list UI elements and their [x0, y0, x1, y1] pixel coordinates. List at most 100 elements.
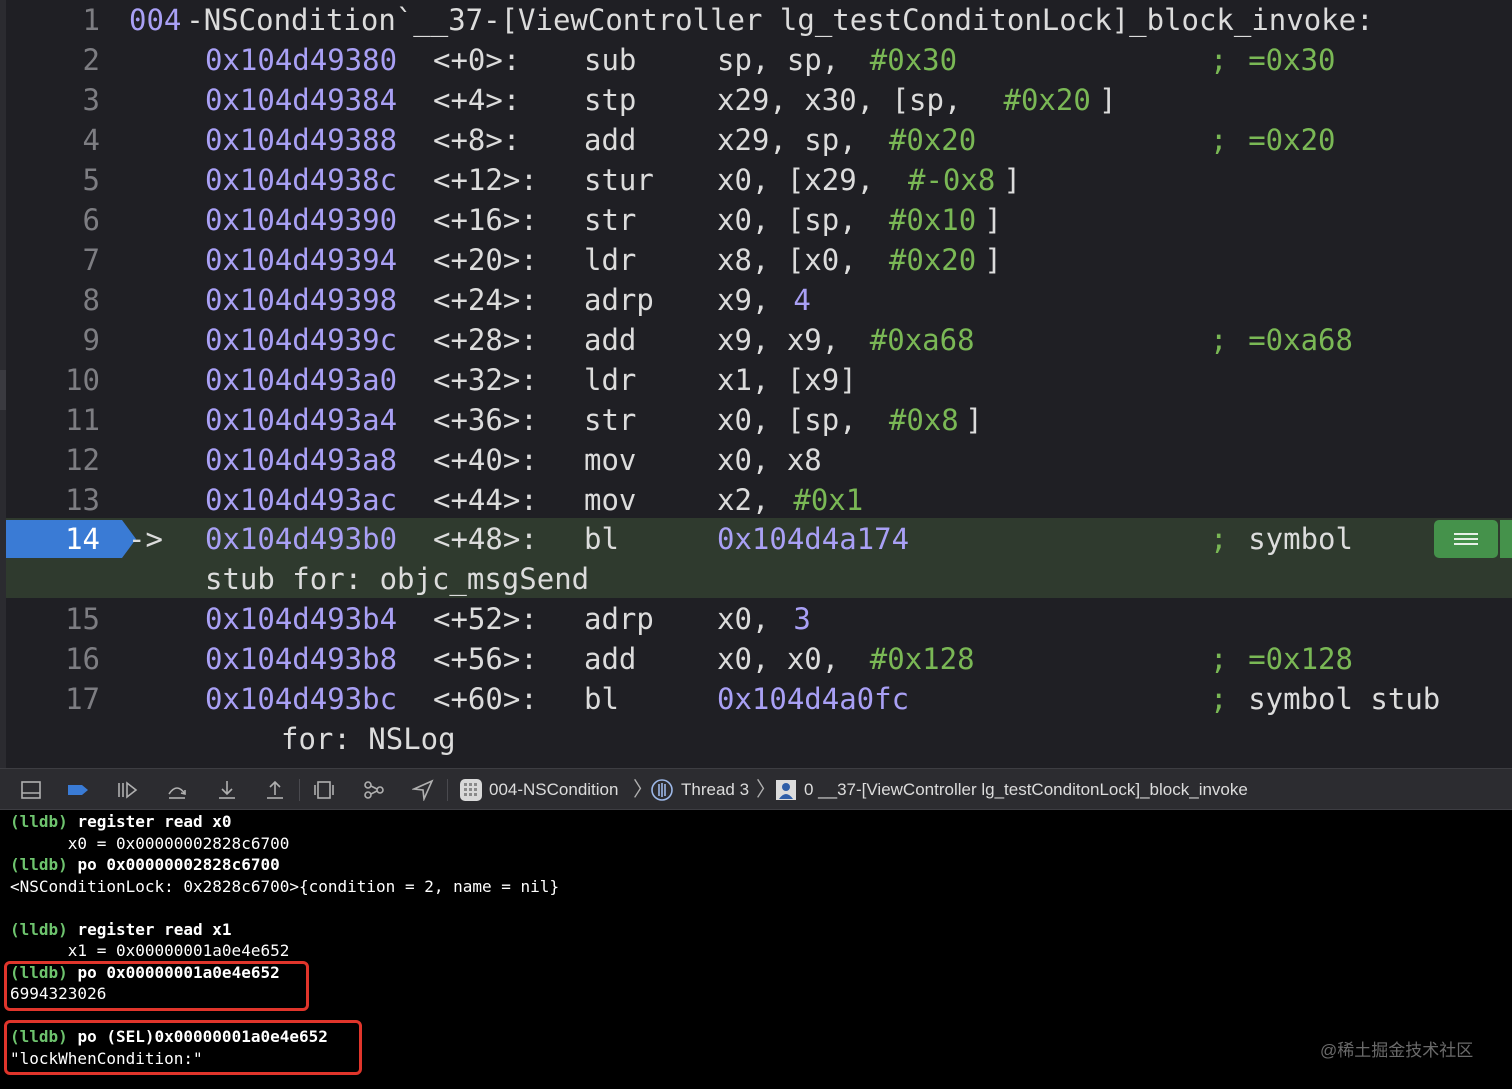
instruction-offset: <+8>: [433, 123, 521, 157]
lldb-prompt: (lldb) [10, 919, 78, 939]
opcode: str [584, 403, 637, 437]
annotation-menu-button[interactable] [1434, 520, 1498, 558]
operand: ] [965, 403, 983, 437]
line-number: 4 [82, 123, 100, 157]
instruction-address: 0x104d49388 [205, 123, 398, 157]
disasm-line-continuation: for: NSLog [0, 719, 1512, 759]
instruction-address: 0x104d493a8 [205, 443, 398, 477]
instruction-offset: <+48>: [433, 522, 538, 556]
instruction-address: 0x104d4938c [205, 163, 398, 197]
line-number: 15 [65, 602, 100, 636]
operand: x0, [sp, [717, 403, 875, 437]
line-number: 5 [82, 163, 100, 197]
comment-continuation: for: NSLog [281, 722, 456, 756]
breadcrumb-target[interactable]: 004-NSCondition [489, 769, 618, 811]
line-number: 16 [65, 642, 100, 676]
instruction-address: 0x104d493b0 [205, 522, 398, 556]
disasm-line: 13 0x104d493ac <+44>: mov x2, #0x1 [0, 480, 1512, 520]
operand: #0x20 [1003, 83, 1091, 117]
operand: 0x104d4a0fc [717, 682, 910, 716]
branch-target: 0x104d4a174 [717, 522, 910, 556]
breadcrumb-thread[interactable]: Thread 3 [681, 769, 749, 811]
line-number: 1 [82, 3, 100, 37]
disasm-line: 3 0x104d49384 <+4>: stp x29, x30, [sp, #0x20… [0, 80, 1512, 120]
simulate-location-icon[interactable] [412, 779, 434, 801]
console-output-line: x0 = 0x00000002828c6700 [10, 833, 290, 853]
debug-toolbar: 004-NSCondition 〉 Thread 3 〉 0 __37-[Vie… [0, 768, 1512, 810]
instruction-offset: <+44>: [433, 483, 538, 517]
instruction-address: 0x104d4939c [205, 323, 398, 357]
breakpoint-line-number[interactable]: 14 [6, 519, 100, 559]
toolbar-separator [299, 779, 300, 801]
instruction-offset: <+40>: [433, 443, 538, 477]
opcode: add [584, 123, 637, 157]
comment-text: =0x20 [1248, 123, 1336, 157]
lldb-prompt: (lldb) [10, 855, 78, 874]
disasm-line: 7 0x104d49394 <+20>: ldr x8, [x0, #0x20] [0, 240, 1512, 280]
instruction-address: 0x104d49398 [205, 283, 398, 317]
operand: 3 [793, 602, 811, 636]
breadcrumb-frame[interactable]: 0 __37-[ViewController lg_testConditonLo… [804, 769, 1248, 811]
current-disasm-line-continuation: stub for: objc_msgSend [0, 559, 1512, 599]
comment-semicolon: ; [1210, 123, 1228, 157]
step-out-icon[interactable] [264, 779, 286, 801]
opcode: ldr [584, 243, 637, 277]
comment-text: symbol [1248, 522, 1353, 556]
comment-text: symbol stub [1248, 682, 1441, 716]
console-output-line: <NSConditionLock: 0x2828c6700>{condition… [10, 876, 560, 896]
command-text: po 0x00000002828c6700 [77, 855, 280, 874]
opcode: str [584, 203, 637, 237]
disasm-line: 16 0x104d493b8 <+56>: add x0, x0, #0x128; =0x… [0, 639, 1512, 679]
operand: x9, x9, [717, 323, 857, 357]
comment-semicolon: ; [1210, 682, 1228, 716]
disasm-line: 2 0x104d49380 <+0>: sub sp, sp, #0x30; =0x30 [0, 40, 1512, 80]
opcode: stp [584, 83, 637, 117]
line-number: 9 [82, 323, 100, 357]
instruction-offset: <+12>: [433, 163, 538, 197]
opcode: adrp [584, 602, 654, 636]
opcode: stur [584, 163, 654, 197]
opcode: ldr [584, 363, 637, 397]
operand: x8, [x0, [717, 243, 875, 277]
operand: x29, x30, [sp, [717, 83, 979, 117]
function-name: -NSCondition`__37-[ViewController lg_tes… [186, 3, 1374, 37]
toolbar-separator [447, 779, 448, 801]
instruction-address: 0x104d493a4 [205, 403, 398, 437]
operand: #0x10 [888, 203, 977, 237]
instruction-address: 0x104d493a0 [205, 363, 398, 397]
opcode: mov [584, 483, 637, 517]
line-number: 17 [65, 682, 100, 716]
operand: x0, x8 [717, 443, 822, 477]
step-over-icon[interactable] [166, 779, 188, 801]
step-into-icon[interactable] [216, 779, 238, 801]
instruction-offset: <+0>: [433, 43, 521, 77]
operand: #0x20 [888, 123, 977, 157]
disassembly-editor[interactable]: 1 004 -NSCondition`__37-[ViewController lg… [0, 0, 1512, 768]
line-number: 6 [82, 203, 100, 237]
operand: ] [1099, 83, 1117, 117]
opcode: add [584, 323, 637, 357]
lldb-console[interactable]: (lldb) register read x0 x0 = 0x000000028… [0, 810, 1512, 1089]
breadcrumb-chevron: 〉 [756, 779, 776, 801]
highlight-box [4, 961, 309, 1011]
instruction-offset: <+56>: [433, 642, 538, 676]
breakpoints-toggle-icon[interactable] [67, 779, 89, 801]
operand: x0, [717, 602, 787, 636]
toggle-console-icon[interactable] [20, 779, 42, 801]
highlight-box [4, 1020, 362, 1075]
line-number: 3 [82, 83, 100, 117]
continue-icon[interactable] [116, 779, 138, 801]
console-command: (lldb) po 0x00000002828c6700 [10, 854, 280, 875]
opcode: mov [584, 443, 637, 477]
disasm-line: 17 0x104d493bc <+60>: bl 0x104d4a0fc; symbol … [0, 679, 1512, 719]
comment-text: =0x30 [1248, 43, 1336, 77]
view-hierarchy-icon[interactable] [313, 779, 335, 801]
operand: x1, [x9] [717, 363, 857, 397]
operand: #0x128 [869, 642, 975, 676]
disasm-line: 4 0x104d49388 <+8>: add x29, sp, #0x20; =0x20 [0, 120, 1512, 160]
operand: ] [984, 243, 1002, 277]
comment-text: =0xa68 [1248, 323, 1353, 357]
memory-graph-icon[interactable] [363, 779, 385, 801]
comment-semicolon: ; [1210, 323, 1228, 357]
comment-text: =0x128 [1248, 642, 1353, 676]
